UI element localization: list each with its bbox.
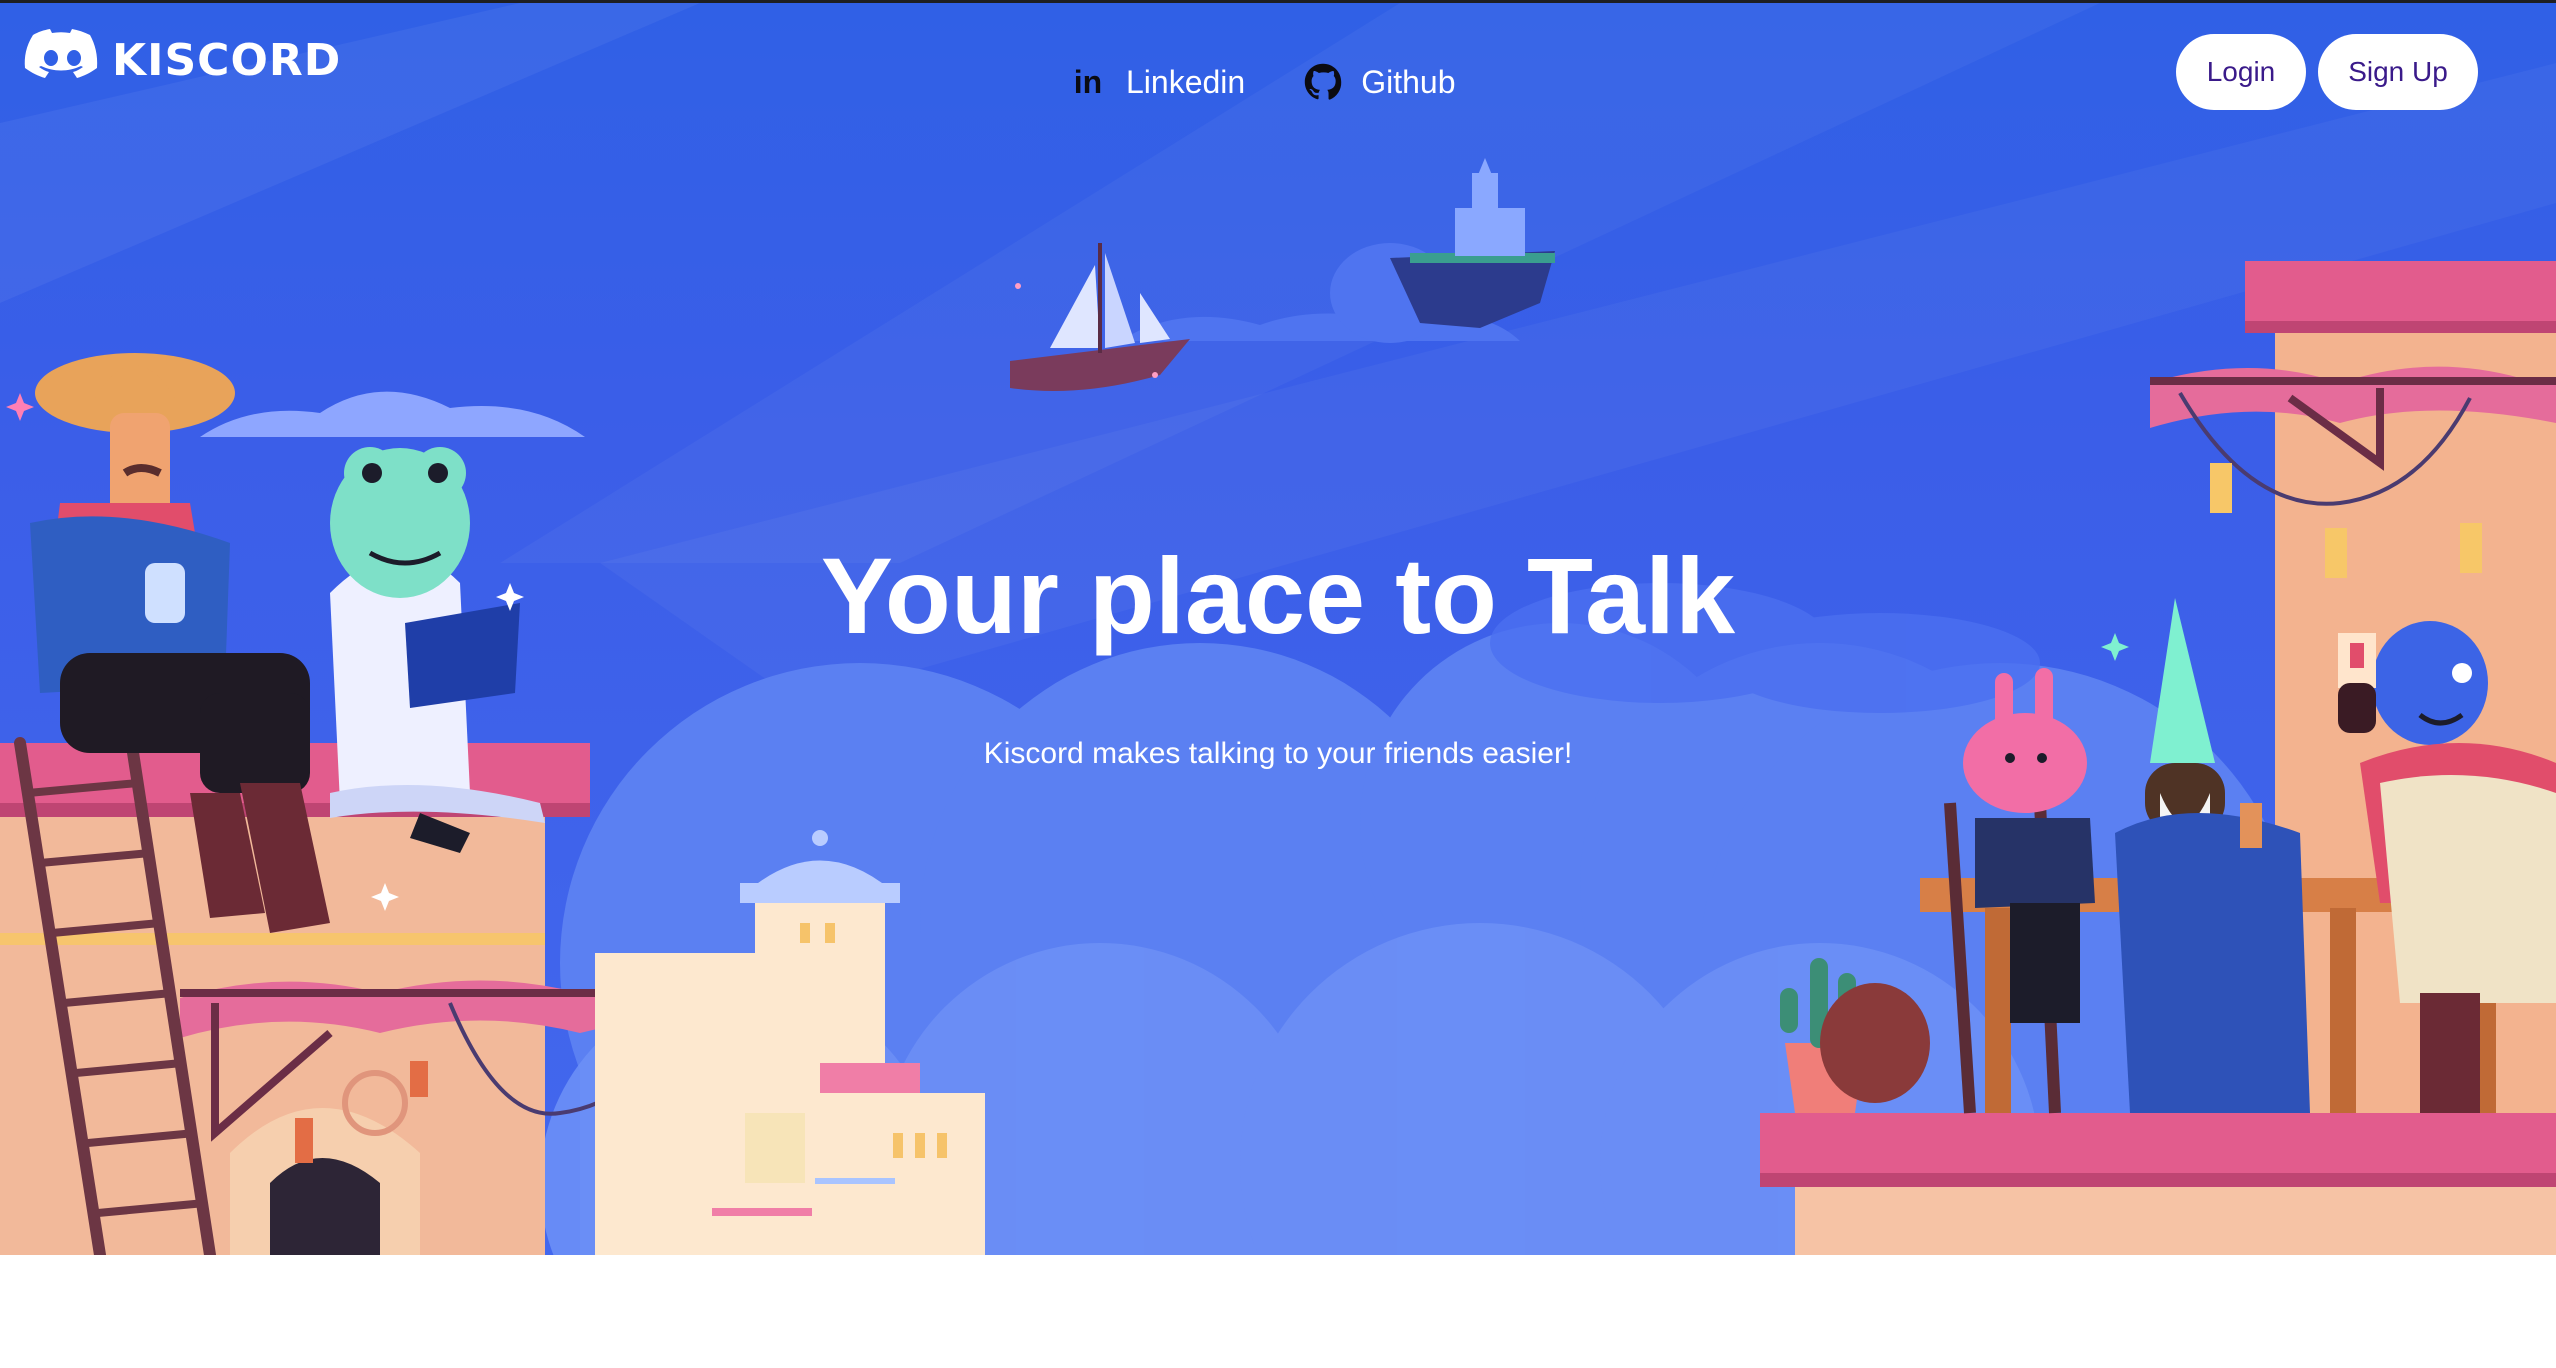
- nav-link-linkedin[interactable]: in Linkedin: [1068, 62, 1245, 102]
- hero-section: KISCORD in Linkedin Github Login Sign Up: [0, 3, 2556, 1255]
- hero-subtitle: Kiscord makes talking to your friends ea…: [983, 737, 1573, 770]
- brand-logo[interactable]: KISCORD: [24, 27, 342, 94]
- github-icon: [1303, 62, 1343, 102]
- page-bottom-area: [0, 1255, 2556, 1368]
- nav-link-github[interactable]: Github: [1303, 62, 1455, 102]
- main-nav: in Linkedin Github: [1068, 58, 1455, 106]
- nav-link-label: Github: [1361, 63, 1456, 100]
- signup-button[interactable]: Sign Up: [2318, 34, 2478, 110]
- hero-title: Your place to Talk: [820, 535, 1736, 656]
- auth-buttons: Login Sign Up: [2176, 34, 2478, 110]
- linkedin-icon: in: [1073, 64, 1103, 100]
- login-button[interactable]: Login: [2176, 34, 2306, 110]
- site-header: KISCORD in Linkedin Github Login Sign Up: [0, 3, 2556, 143]
- brand-name: KISCORD: [112, 34, 342, 86]
- discord-controller-icon: [24, 27, 104, 94]
- nav-link-label: Linkedin: [1126, 63, 1246, 100]
